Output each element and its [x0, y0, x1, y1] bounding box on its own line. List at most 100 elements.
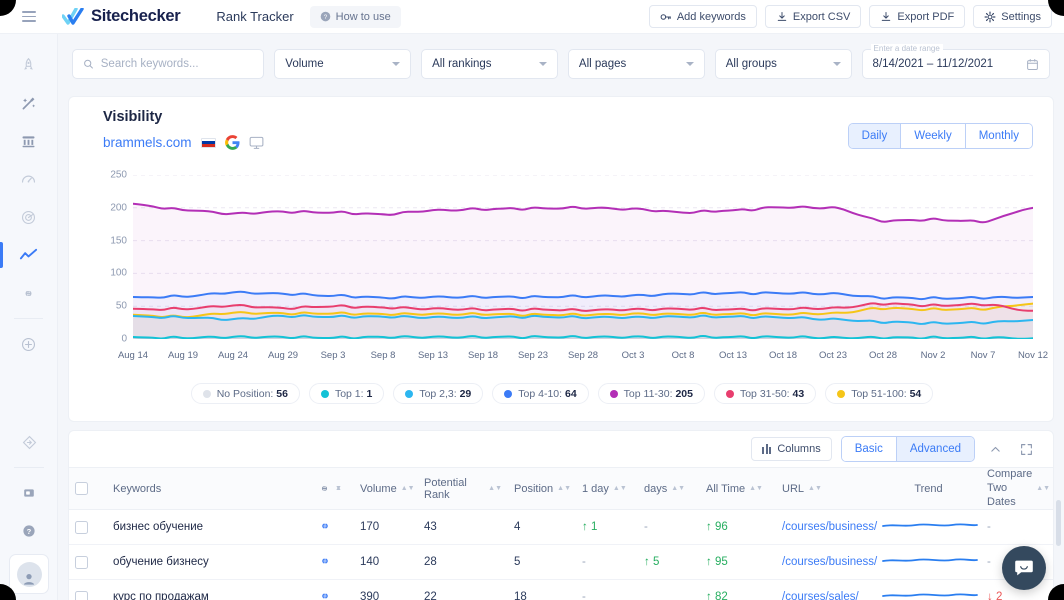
sidebar-item-backlinks[interactable]: [0, 274, 57, 312]
sidebar-item-rank-tracker[interactable]: [0, 236, 57, 274]
legend-item-top-2-3[interactable]: Top 2,3: 29: [393, 383, 484, 404]
row-checkbox[interactable]: [75, 520, 88, 534]
cell-trend: [876, 509, 981, 546]
legend-item-top-4-10[interactable]: Top 4-10: 64: [492, 383, 589, 404]
th-all-time[interactable]: All Time ▲▼: [700, 466, 776, 511]
cell-link[interactable]: [312, 544, 354, 581]
calendar-icon[interactable]: [1026, 58, 1039, 71]
cell-url[interactable]: /courses/business/: [776, 544, 877, 581]
cell-url[interactable]: /courses/sales/: [776, 579, 876, 600]
volume-select-value: Volume: [285, 58, 324, 70]
brand-name: Sitechecker: [91, 7, 181, 25]
legend-label: Top 4-10: 64: [518, 387, 577, 400]
select-all-checkbox[interactable]: [75, 482, 88, 496]
cell-days: [638, 579, 700, 600]
y-tick-label: 0: [121, 333, 127, 345]
legend-item-top-1[interactable]: Top 1: 1: [308, 383, 385, 404]
th-position[interactable]: Position ▲▼: [508, 466, 576, 511]
download-icon: [777, 11, 787, 21]
cell-link[interactable]: [312, 579, 354, 600]
sidebar-item-speed-monitor[interactable]: [0, 160, 57, 198]
columns-button[interactable]: Columns: [751, 437, 832, 461]
sidebar-item-site-monitoring[interactable]: [0, 198, 57, 236]
keywords-table: Keywords ▲ ▼ Volume ▲▼ Potential Rank ▲▼…: [69, 466, 1053, 600]
speedometer-icon: [21, 175, 36, 183]
th-one-day-label: 1 day: [582, 482, 609, 495]
range-weekly-button[interactable]: Weekly: [901, 124, 966, 148]
x-tick-label: Sep 3: [320, 350, 346, 361]
link-icon: [25, 290, 32, 296]
sidebar-item-site-audit[interactable]: [0, 46, 57, 84]
cell-volume: 170: [354, 509, 418, 546]
legend-value: 43: [792, 387, 805, 400]
x-tick-label: Sep 18: [467, 350, 499, 361]
th-one-day[interactable]: 1 day ▲▼: [576, 466, 638, 511]
y-tick-label: 200: [110, 202, 127, 214]
range-monthly-button[interactable]: Monthly: [965, 124, 1032, 148]
legend-label: Top 1: 1: [334, 387, 373, 400]
left-sidebar: ?: [0, 34, 58, 600]
groups-select[interactable]: All groups: [714, 49, 852, 79]
th-volume[interactable]: Volume ▲▼: [354, 466, 418, 511]
sidebar-item-website-structure[interactable]: [0, 122, 57, 160]
domain-link[interactable]: brammels.com: [103, 135, 192, 150]
cell-potential-rank: 28: [418, 544, 508, 581]
sitechecker-check-icon: [62, 7, 84, 25]
line-chart-icon: [19, 248, 38, 259]
mode-advanced-button[interactable]: Advanced: [896, 437, 974, 461]
cell-url[interactable]: /courses/business/: [776, 509, 877, 546]
row-checkbox[interactable]: [75, 590, 88, 600]
legend-value: 56: [276, 387, 288, 400]
fullscreen-button[interactable]: [1015, 438, 1037, 460]
sidebar-item-billing[interactable]: [0, 474, 58, 512]
th-url[interactable]: URL ▲▼: [776, 466, 876, 511]
table-scrollbar[interactable]: [1056, 500, 1061, 546]
search-input[interactable]: [100, 58, 254, 70]
menu-toggle-icon[interactable]: [12, 11, 46, 22]
sidebar-item-magic-tools[interactable]: [0, 84, 57, 122]
legend-item-top-11-30[interactable]: Top 11-30: 205: [597, 383, 705, 404]
chat-widget-button[interactable]: [1002, 546, 1046, 590]
legend-item-no-position[interactable]: No Position: 56: [190, 383, 300, 404]
export-pdf-button[interactable]: Export PDF: [869, 5, 966, 28]
table-row[interactable]: курс по продажам 390 22 18- ↑ 82/courses/sal…: [69, 579, 1053, 600]
th-trend: Trend: [876, 466, 981, 511]
brand-logo[interactable]: Sitechecker: [62, 7, 181, 26]
th-potential-rank[interactable]: Potential Rank ▲▼: [418, 466, 508, 511]
export-pdf-label: Export PDF: [897, 10, 955, 23]
settings-button[interactable]: Settings: [973, 5, 1052, 28]
sidebar-divider-bottom: [14, 467, 44, 468]
table-row[interactable]: обучение бизнесу 140 28 5- ↑ 5 ↑ 95/courses/b…: [69, 544, 1053, 581]
sidebar-item-account[interactable]: [9, 554, 49, 594]
how-to-use-button[interactable]: ? How to use: [309, 5, 401, 28]
add-keywords-button[interactable]: Add keywords: [648, 5, 757, 28]
collapse-button[interactable]: [984, 438, 1006, 460]
legend-item-top-51-100[interactable]: Top 51-100: 54: [825, 383, 934, 404]
row-checkbox[interactable]: [75, 555, 88, 569]
legend-dot: [725, 389, 734, 398]
legend-item-top-31-50[interactable]: Top 31-50: 43: [713, 383, 817, 404]
rankings-select[interactable]: All rankings: [421, 49, 558, 79]
date-range-field[interactable]: Enter a date range 8/14/2021 – 11/12/202…: [861, 44, 1051, 79]
table-row[interactable]: бизнес обучение 170 43 4 ↑ 1- ↑ 96/courses/bu…: [69, 509, 1053, 546]
search-keywords-field[interactable]: [72, 49, 265, 79]
th-days[interactable]: days ▲▼: [638, 466, 700, 511]
th-link[interactable]: ▲ ▼: [312, 466, 354, 511]
range-daily-button[interactable]: Daily: [848, 124, 902, 148]
sidebar-item-help[interactable]: ?: [0, 512, 58, 550]
cell-link[interactable]: [312, 509, 354, 546]
bank-columns-icon: [22, 135, 35, 147]
volume-select[interactable]: Volume: [274, 49, 412, 79]
sidebar-item-add-project[interactable]: [0, 325, 57, 363]
th-keywords[interactable]: Keywords: [107, 466, 312, 511]
groups-select-value: All groups: [725, 58, 777, 70]
mode-basic-button[interactable]: Basic: [841, 437, 897, 461]
sidebar-item-switch-project[interactable]: [0, 423, 58, 461]
y-tick-label: 50: [115, 300, 127, 312]
th-compare[interactable]: Compare Two Dates ▲▼: [981, 466, 1053, 511]
pages-select[interactable]: All pages: [567, 49, 705, 79]
export-csv-button[interactable]: Export CSV: [764, 5, 862, 28]
x-tick-label: Sep 23: [517, 350, 549, 361]
chevron-up-icon: [990, 446, 1000, 452]
row-checkbox-cell: [69, 579, 107, 600]
